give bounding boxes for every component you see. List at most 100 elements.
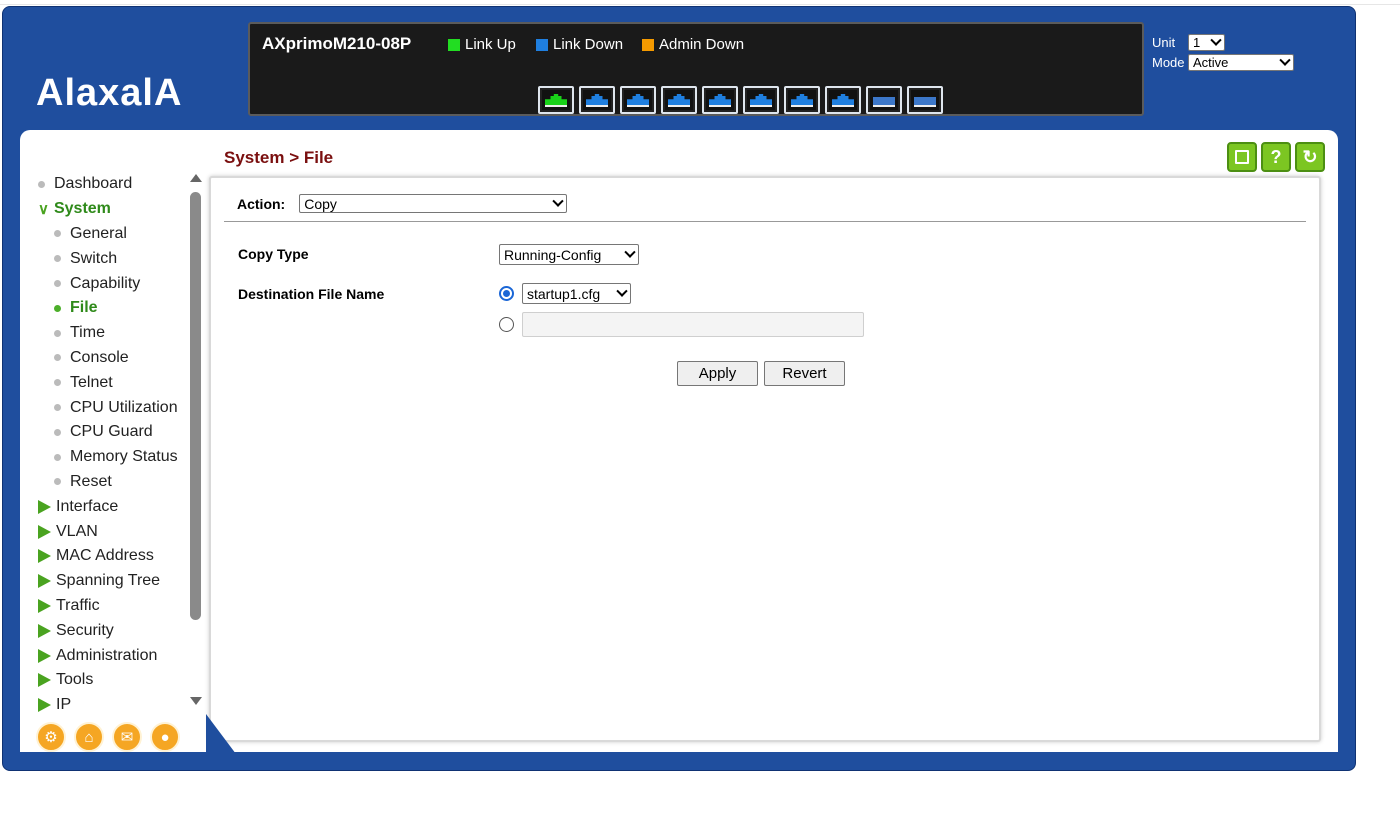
expand-arrow-icon bbox=[38, 524, 51, 539]
sidebar-item-label: Interface bbox=[56, 497, 119, 515]
sidebar-item-label: Dashboard bbox=[54, 175, 133, 193]
port-7-icon bbox=[786, 88, 818, 112]
port-10[interactable] bbox=[907, 86, 943, 114]
sidebar-item-label: General bbox=[70, 224, 127, 242]
sidebar-item-dashboard[interactable]: Dashboard bbox=[38, 172, 178, 197]
sidebar-item-time[interactable]: Time bbox=[38, 321, 178, 346]
port-10-icon bbox=[909, 88, 941, 112]
bullet-icon bbox=[54, 329, 61, 337]
bullet-icon bbox=[54, 478, 61, 486]
home-icon[interactable]: ⌂ bbox=[74, 722, 104, 752]
mode-label: Mode bbox=[1152, 55, 1185, 70]
port-1-icon bbox=[540, 88, 572, 112]
sidebar-item-interface[interactable]: Interface bbox=[38, 494, 178, 519]
dest-custom-radio[interactable] bbox=[499, 317, 514, 332]
scroll-thumb[interactable] bbox=[190, 192, 201, 620]
bullet-icon bbox=[54, 304, 61, 312]
port-6[interactable] bbox=[743, 86, 779, 114]
port-2[interactable] bbox=[579, 86, 615, 114]
action-select[interactable]: Copy bbox=[299, 194, 568, 213]
sidebar-item-label: Traffic bbox=[56, 596, 100, 614]
port-status-fill bbox=[545, 94, 567, 107]
port-1[interactable] bbox=[538, 86, 574, 114]
toolbar: ? ↻ bbox=[1227, 142, 1325, 172]
save-icon bbox=[1235, 150, 1249, 164]
sidebar-item-reset[interactable]: Reset bbox=[38, 470, 178, 495]
sidebar-item-ip[interactable]: IP bbox=[38, 693, 178, 718]
port-4-icon bbox=[663, 88, 695, 112]
sidebar-item-tools[interactable]: Tools bbox=[38, 668, 178, 693]
sidebar-item-mac-address[interactable]: MAC Address bbox=[38, 544, 178, 569]
chevron-down-icon bbox=[1279, 54, 1291, 66]
sidebar-item-spanning-tree[interactable]: Spanning Tree bbox=[38, 569, 178, 594]
port-9[interactable] bbox=[866, 86, 902, 114]
port-4[interactable] bbox=[661, 86, 697, 114]
destination-file-label: Destination File Name bbox=[238, 286, 385, 302]
link-up-swatch bbox=[448, 38, 460, 51]
sidebar-item-label: File bbox=[70, 299, 98, 317]
link-down-swatch bbox=[536, 38, 548, 51]
sidebar-item-label: Telnet bbox=[70, 373, 113, 391]
sidebar-item-administration[interactable]: Administration bbox=[38, 643, 178, 668]
sidebar-item-memory-status[interactable]: Memory Status bbox=[38, 445, 178, 470]
sidebar-nav: Dashboard ∨ System General Switch Capability F… bbox=[38, 172, 178, 718]
dest-preset-radio[interactable] bbox=[499, 286, 514, 301]
sidebar-item-traffic[interactable]: Traffic bbox=[38, 594, 178, 619]
sidebar-item-vlan[interactable]: VLAN bbox=[38, 519, 178, 544]
copy-type-select[interactable]: Running-Config bbox=[499, 244, 639, 265]
port-status-fill bbox=[873, 97, 895, 107]
mail-icon[interactable]: ✉ bbox=[112, 722, 142, 752]
sidebar-item-telnet[interactable]: Telnet bbox=[38, 370, 178, 395]
mode-select[interactable]: Active bbox=[1188, 54, 1294, 71]
sidebar-item-general[interactable]: General bbox=[38, 222, 178, 247]
sidebar-item-switch[interactable]: Switch bbox=[38, 246, 178, 271]
alaxala-logo: AlaxalA bbox=[36, 72, 183, 114]
sidebar-item-console[interactable]: Console bbox=[38, 346, 178, 371]
port-5-icon bbox=[704, 88, 736, 112]
sidebar-item-label: System bbox=[53, 200, 111, 218]
sidebar-item-label: MAC Address bbox=[56, 547, 154, 565]
globe-icon[interactable]: ● bbox=[150, 722, 180, 752]
refresh-button[interactable]: ↻ bbox=[1295, 142, 1325, 172]
sidebar-item-cpu-guard[interactable]: CPU Guard bbox=[38, 420, 178, 445]
dest-file-input[interactable] bbox=[522, 312, 864, 337]
divider bbox=[224, 221, 1306, 222]
top-border bbox=[0, 4, 1400, 5]
sidebar-item-label: IP bbox=[56, 696, 72, 714]
port-strip bbox=[538, 86, 943, 114]
unit-select[interactable]: 1 bbox=[1188, 34, 1225, 51]
save-button[interactable] bbox=[1227, 142, 1257, 172]
revert-button[interactable]: Revert bbox=[764, 361, 845, 386]
bullet-icon bbox=[38, 180, 45, 188]
scroll-down-icon[interactable] bbox=[190, 697, 202, 705]
sidebar-item-label: CPU Utilization bbox=[70, 398, 178, 416]
port-8[interactable] bbox=[825, 86, 861, 114]
sidebar-item-system[interactable]: ∨ System bbox=[38, 197, 178, 222]
expanded-chevron-icon: ∨ bbox=[38, 201, 49, 219]
sidebar-item-label: Reset bbox=[70, 472, 112, 490]
expand-arrow-icon bbox=[38, 549, 51, 564]
action-row: Action: Copy bbox=[237, 194, 568, 213]
port-7[interactable] bbox=[784, 86, 820, 114]
legend-link-up: Link Up bbox=[448, 36, 516, 53]
expand-arrow-icon bbox=[38, 574, 51, 589]
apply-button[interactable]: Apply bbox=[677, 361, 758, 386]
scroll-up-icon[interactable] bbox=[190, 174, 202, 182]
dest-file-select[interactable]: startup1.cfg bbox=[522, 283, 631, 304]
legend-link-down: Link Down bbox=[536, 36, 623, 53]
sidebar-item-capability[interactable]: Capability bbox=[38, 271, 178, 296]
sitemap-icon[interactable]: ⚙ bbox=[36, 722, 66, 752]
sidebar-item-file[interactable]: File bbox=[38, 296, 178, 321]
sidebar-item-label: Switch bbox=[70, 249, 118, 267]
port-3[interactable] bbox=[620, 86, 656, 114]
sidebar-scrollbar[interactable] bbox=[188, 172, 203, 712]
sidebar-item-label: CPU Guard bbox=[70, 423, 153, 441]
admin-down-swatch bbox=[642, 38, 654, 51]
port-5[interactable] bbox=[702, 86, 738, 114]
unit-mode-panel: Unit 1 Mode Active bbox=[1152, 34, 1294, 74]
sidebar-item-security[interactable]: Security bbox=[38, 618, 178, 643]
help-button[interactable]: ? bbox=[1261, 142, 1291, 172]
bullet-icon bbox=[54, 354, 61, 362]
sidebar-item-label: Security bbox=[56, 621, 114, 639]
sidebar-item-cpu-utilization[interactable]: CPU Utilization bbox=[38, 395, 178, 420]
